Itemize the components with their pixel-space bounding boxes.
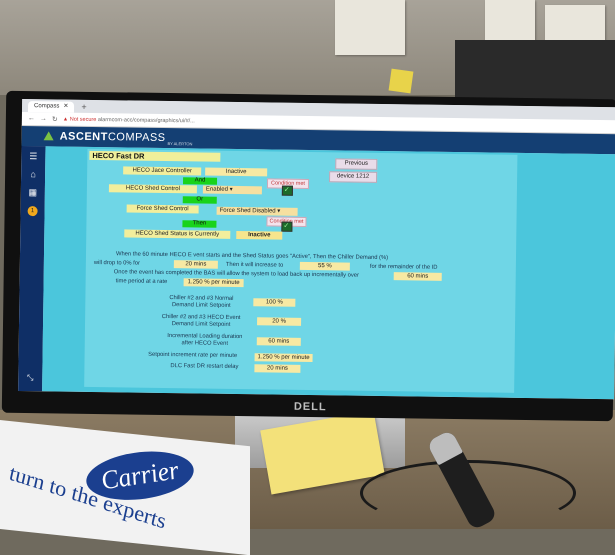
url-field[interactable]: ▲ Not secure alarmcom-acc/compass/graphi… (63, 116, 195, 124)
tab-label: Compass (34, 103, 60, 110)
increment-rate-label: Setpoint increment rate per minute (148, 351, 238, 359)
or-indicator: Or (182, 196, 217, 204)
brand-name[interactable]: ASCENTCOMPASS (60, 131, 166, 144)
event-demand-label: Chiller #2 and #3 HECO Event Demand Limi… (161, 313, 241, 328)
description-line-1: When the 60 minute HECO E vent starts an… (115, 251, 389, 262)
keypad-icon[interactable]: ▦ (29, 187, 38, 197)
then-checkbox[interactable] (281, 221, 293, 232)
incremental-loading-label: Incremental Loading duration after HECO … (167, 333, 243, 347)
event-demand-value[interactable]: 20 % (257, 317, 302, 326)
shed-control-label: HECO Shed Control (108, 184, 197, 194)
back-icon[interactable]: ← (28, 115, 35, 122)
ascent-logo-icon (42, 131, 56, 141)
shed-status-label: HECO Shed Status is Currently (124, 229, 231, 239)
browser-tab[interactable]: Compass ✕ (27, 101, 75, 113)
forward-icon[interactable]: → (40, 115, 47, 122)
app-body: ☰ ⌂ ▦ 1 ⤡ HECO Fast DR Previous device 1… (18, 145, 615, 400)
force-shed-label: Force Shed Control (126, 204, 199, 214)
url-text: alarmcom-acc/compass/graphics/ui/#/... (97, 116, 195, 124)
shed-control-dropdown[interactable]: Enabled ▾ (202, 185, 262, 195)
alarm-badge[interactable]: 1 (27, 206, 38, 217)
rate-value[interactable]: 1.250 % per minute (183, 278, 244, 288)
normal-demand-value[interactable]: 100 % (253, 298, 296, 307)
description-line-2a: will drop to 0% for (93, 259, 140, 267)
new-tab-icon[interactable]: + (78, 102, 89, 113)
dell-logo: DELL (293, 400, 327, 414)
shed-control-checkbox[interactable] (281, 185, 293, 196)
loadback-duration-value[interactable]: 60 mins (393, 272, 442, 281)
chevron-down-icon: ▾ (229, 186, 233, 193)
increment-rate-value[interactable]: 1.250 % per minute (254, 353, 313, 363)
description-line-3: Once the event has completed the BAS wil… (113, 269, 359, 279)
sidebar: ☰ ⌂ ▦ 1 ⤡ (18, 145, 46, 392)
description-line-2c: for the remainder of the ID (369, 263, 438, 271)
monitor-bezel: Compass ✕ + ← → ↻ ▲ Not secure alarmcom-… (1, 90, 615, 422)
close-icon[interactable]: ✕ (63, 102, 68, 113)
drop-duration-value[interactable]: 20 mins (173, 260, 218, 269)
warning-icon: ▲ (62, 116, 69, 123)
monitor-screen: Compass ✕ + ← → ↻ ▲ Not secure alarmcom-… (18, 98, 615, 400)
increase-percent-value[interactable]: 55 % (299, 261, 350, 271)
home-icon[interactable]: ⌂ (30, 169, 36, 179)
force-shed-dropdown[interactable]: Force Shed Disabled ▾ (216, 206, 298, 216)
jace-label: HECO Jace Controller (123, 166, 202, 176)
restart-delay-label: DLC Fast DR restart delay (170, 363, 239, 371)
not-secure-label: Not secure (69, 116, 97, 123)
previous-button[interactable]: Previous (335, 158, 378, 170)
wall-paper (335, 0, 405, 55)
chevron-down-icon: ▾ (277, 208, 281, 215)
shed-status-value: Inactive (236, 230, 283, 240)
graphic-panel: HECO Fast DR Previous device 1212 HECO J… (84, 148, 518, 393)
restart-delay-value[interactable]: 20 mins (254, 364, 301, 373)
description-line-2b: Then it will increase to (225, 261, 284, 269)
incremental-loading-value[interactable]: 60 mins (256, 337, 301, 346)
wall-sticky-note (388, 68, 414, 94)
wall-paper (545, 5, 605, 40)
menu-icon[interactable]: ☰ (29, 151, 37, 161)
description-line-4: time period at a rate (115, 278, 168, 286)
graphic-area: HECO Fast DR Previous device 1212 HECO J… (42, 146, 615, 400)
brand-sub: BY ALERTON (167, 140, 193, 146)
jace-value: Inactive (205, 167, 268, 177)
device-button[interactable]: device 1212 (329, 171, 378, 183)
page-title: HECO Fast DR (89, 150, 221, 162)
and-indicator: And (182, 177, 218, 185)
reload-icon[interactable]: ↻ (52, 115, 58, 123)
then-indicator: Then (182, 220, 217, 228)
collapse-icon[interactable]: ⤡ (27, 373, 34, 383)
normal-demand-label: Chiller #2 and #3 Normal Demand Limit Se… (169, 295, 234, 309)
wall-paper (485, 0, 535, 40)
